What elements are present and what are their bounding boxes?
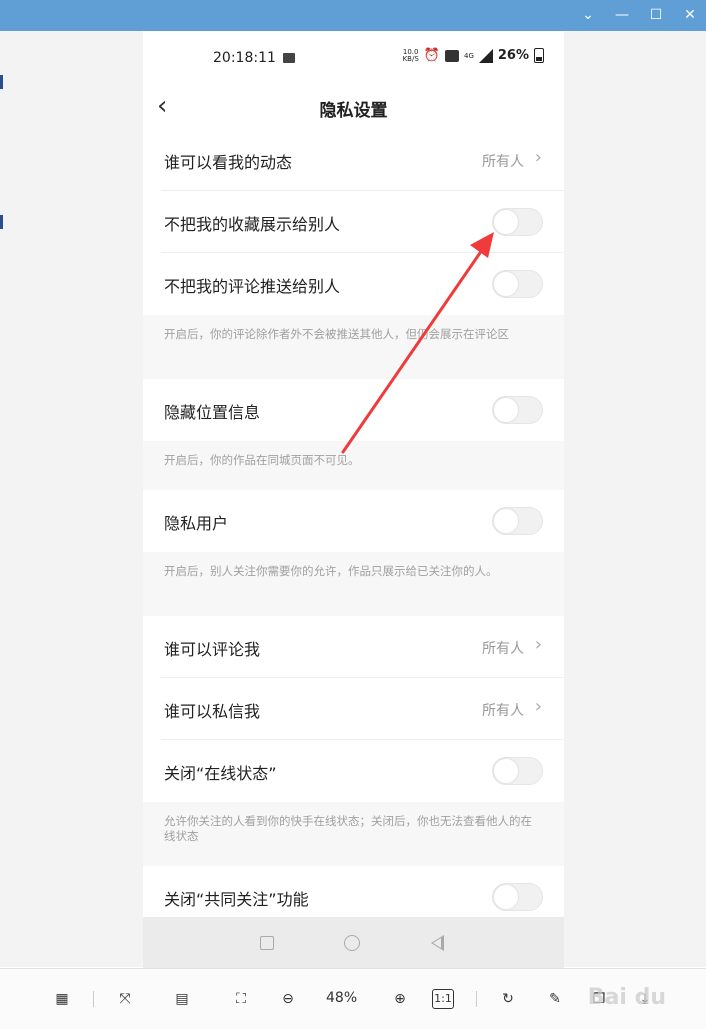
image-icon bbox=[283, 53, 295, 63]
setting-label: 隐藏位置信息 bbox=[164, 403, 261, 422]
edit-icon[interactable]: ✎ bbox=[543, 987, 567, 1011]
setting-value: 所有人 bbox=[482, 703, 524, 719]
network-type: 4G bbox=[463, 51, 474, 60]
setting-hide-favorites: 不把我的收藏展示给别人 bbox=[143, 191, 564, 253]
status-time: 20:18:11 bbox=[213, 50, 276, 66]
private-user-toggle[interactable] bbox=[492, 507, 543, 535]
setting-note: 允许你关注的人看到你的快手在线状态；关闭后，你也无法查看他人的在线状态 bbox=[143, 802, 564, 866]
setting-online-status: 关闭“在线状态” bbox=[143, 740, 564, 802]
setting-hide-location: 隐藏位置信息 bbox=[143, 379, 564, 441]
nav-bar: ‹ 隐私设置 bbox=[143, 86, 564, 129]
battery-icon bbox=[534, 48, 544, 63]
setting-hide-comments: 不把我的评论推送给别人 bbox=[143, 253, 564, 315]
hide-favorites-toggle[interactable] bbox=[492, 208, 543, 236]
chevron-right-icon: › bbox=[534, 696, 542, 717]
status-bar: 20:18:11 10.0 KB/S ⏰ 4G 26% bbox=[143, 31, 564, 86]
back-triangle-icon[interactable] bbox=[431, 935, 444, 951]
setting-label: 不把我的评论推送给别人 bbox=[164, 277, 341, 296]
network-speed: 10.0 KB/S bbox=[402, 47, 419, 63]
home-icon[interactable] bbox=[344, 935, 360, 951]
alarm-icon: ⏰ bbox=[423, 48, 440, 63]
window-titlebar: ⌄ — ☐ ✕ bbox=[0, 0, 706, 31]
minimize-icon[interactable]: — bbox=[614, 6, 630, 24]
recent-apps-icon[interactable] bbox=[260, 936, 274, 950]
hide-location-toggle[interactable] bbox=[492, 396, 543, 424]
battery-percent: 26% bbox=[497, 48, 529, 63]
setting-who-can-comment[interactable]: 谁可以评论我 所有人 › bbox=[143, 616, 564, 678]
setting-who-can-view-moments[interactable]: 谁可以看我的动态 所有人 › bbox=[143, 129, 564, 191]
setting-label: 关闭“共同关注”功能 bbox=[164, 890, 309, 909]
fit-window-icon[interactable]: ⤧ bbox=[113, 987, 137, 1011]
setting-value: 所有人 bbox=[482, 154, 524, 170]
ocr-icon[interactable]: ▤ bbox=[170, 987, 194, 1011]
actual-size-button[interactable]: 1:1 bbox=[432, 989, 454, 1009]
setting-label: 谁可以评论我 bbox=[164, 640, 261, 659]
zoom-out-icon[interactable]: ⊖ bbox=[276, 987, 300, 1011]
edge-mark bbox=[0, 215, 3, 229]
edge-mark bbox=[0, 75, 3, 89]
setting-label: 谁可以私信我 bbox=[164, 702, 261, 721]
online-status-toggle[interactable] bbox=[492, 757, 543, 785]
setting-who-can-message[interactable]: 谁可以私信我 所有人 › bbox=[143, 678, 564, 740]
setting-note: 开启后，你的评论除作者外不会被推送其他人，但仍会展示在评论区 bbox=[143, 315, 564, 379]
setting-label: 谁可以看我的动态 bbox=[164, 153, 293, 172]
setting-note: 开启后，别人关注你需要你的允许，作品只展示给已关注你的人。 bbox=[143, 552, 564, 616]
volte-icon bbox=[444, 49, 459, 62]
setting-label: 不把我的收藏展示给别人 bbox=[164, 215, 341, 234]
chevron-right-icon: › bbox=[534, 147, 542, 168]
chevron-down-icon[interactable]: ⌄ bbox=[580, 6, 596, 24]
zoom-level: 48% bbox=[326, 990, 358, 1006]
signal-icon bbox=[478, 48, 493, 63]
settings-list: 谁可以看我的动态 所有人 › 不把我的收藏展示给别人 不把我的评论推送给别人 开… bbox=[143, 129, 564, 928]
close-icon[interactable]: ✕ bbox=[682, 6, 698, 24]
setting-value: 所有人 bbox=[482, 641, 524, 657]
maximize-icon[interactable]: ☐ bbox=[648, 6, 664, 24]
hide-comments-toggle[interactable] bbox=[492, 270, 543, 298]
crop-icon[interactable]: ⛶ bbox=[229, 987, 253, 1011]
watermark: Bai du bbox=[587, 985, 666, 1010]
zoom-in-icon[interactable]: ⊕ bbox=[388, 987, 412, 1011]
rotate-icon[interactable]: ↻ bbox=[496, 987, 520, 1011]
system-nav-bar bbox=[143, 917, 564, 968]
chevron-right-icon: › bbox=[534, 634, 542, 655]
setting-private-user: 隐私用户 bbox=[143, 490, 564, 552]
setting-note: 开启后，你的作品在同城页面不可见。 bbox=[143, 441, 564, 490]
mutual-follow-toggle[interactable] bbox=[492, 883, 543, 911]
setting-label: 关闭“在线状态” bbox=[164, 764, 277, 783]
phone-screenshot: 20:18:11 10.0 KB/S ⏰ 4G 26% ‹ 隐私设置 谁可以看我… bbox=[143, 31, 564, 968]
layout-icon[interactable]: ▦ bbox=[50, 987, 74, 1011]
setting-label: 隐私用户 bbox=[164, 514, 229, 533]
page-title: 隐私设置 bbox=[319, 101, 388, 121]
